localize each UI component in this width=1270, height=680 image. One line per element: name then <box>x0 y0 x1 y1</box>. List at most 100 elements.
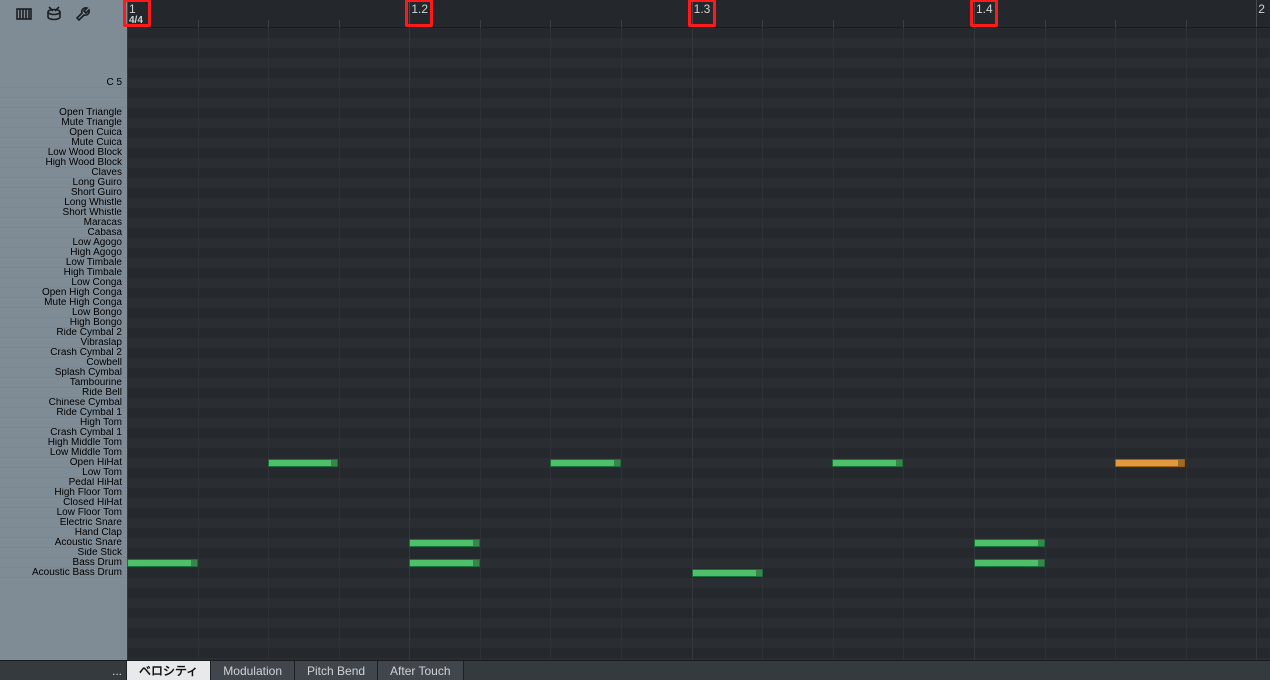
grid-row <box>127 468 1270 478</box>
drum-icon[interactable] <box>44 4 64 24</box>
grid-row <box>127 308 1270 318</box>
lane-label[interactable]: Low Conga <box>0 278 127 288</box>
grid-subline <box>268 28 269 660</box>
lane-label[interactable]: Mute Cuica <box>0 138 127 148</box>
lane-label[interactable]: Short Whistle <box>0 208 127 218</box>
lane-label[interactable]: Long Guiro <box>0 178 127 188</box>
lane-label[interactable]: High Timbale <box>0 268 127 278</box>
lane-label[interactable]: Low Floor Tom <box>0 508 127 518</box>
lane-label[interactable]: High Wood Block <box>0 158 127 168</box>
grid-row <box>127 118 1270 128</box>
ruler-subtick <box>480 20 481 28</box>
lane-label[interactable]: Tambourine <box>0 378 127 388</box>
lane-label[interactable]: Low Bongo <box>0 308 127 318</box>
lane-label[interactable]: High Tom <box>0 418 127 428</box>
lane-label[interactable]: Open Triangle <box>0 108 127 118</box>
tabs-ellipsis[interactable]: ... <box>112 664 122 678</box>
grid-row <box>127 528 1270 538</box>
midi-note[interactable] <box>409 559 480 567</box>
lane-label[interactable]: Acoustic Bass Drum <box>0 568 127 578</box>
midi-note[interactable] <box>127 559 198 567</box>
grid-subline <box>1186 28 1187 660</box>
grid-subline <box>550 28 551 660</box>
midi-note[interactable] <box>692 569 763 577</box>
lane-label[interactable] <box>0 98 127 108</box>
lane-label[interactable]: Pedal HiHat <box>0 478 127 488</box>
grid-row <box>127 358 1270 368</box>
lane-label[interactable]: High Bongo <box>0 318 127 328</box>
grid-row <box>127 28 1270 38</box>
lane-label[interactable]: Closed HiHat <box>0 498 127 508</box>
lane-label[interactable]: Acoustic Snare <box>0 538 127 548</box>
grid-row <box>127 268 1270 278</box>
grid-row <box>127 328 1270 338</box>
lane-label[interactable]: Mute Triangle <box>0 118 127 128</box>
lane-label[interactable]: Chinese Cymbal <box>0 398 127 408</box>
lane-label[interactable]: Cabasa <box>0 228 127 238</box>
lane-label[interactable]: Open HiHat <box>0 458 127 468</box>
midi-note[interactable] <box>974 559 1045 567</box>
lane-label[interactable]: Splash Cymbal <box>0 368 127 378</box>
lane-label[interactable]: C 5 <box>0 78 127 88</box>
lane-label[interactable]: Low Middle Tom <box>0 448 127 458</box>
grid-subline <box>339 28 340 660</box>
lane-label[interactable]: Open High Conga <box>0 288 127 298</box>
lane-list: C 5Open TriangleMute TriangleOpen CuicaM… <box>0 78 127 578</box>
lane-label[interactable]: Hand Clap <box>0 528 127 538</box>
lane-label[interactable]: Claves <box>0 168 127 178</box>
toolbar <box>0 0 127 28</box>
ruler-subtick <box>1115 20 1116 28</box>
lane-label[interactable]: Crash Cymbal 2 <box>0 348 127 358</box>
lane-label[interactable]: Low Timbale <box>0 258 127 268</box>
bottom-tab[interactable]: Modulation <box>211 661 295 680</box>
grid-row <box>127 388 1270 398</box>
ruler-subtick <box>762 20 763 28</box>
lane-label[interactable]: Ride Bell <box>0 388 127 398</box>
grid-row <box>127 208 1270 218</box>
lane-label[interactable]: Long Whistle <box>0 198 127 208</box>
lane-label[interactable]: Cowbell <box>0 358 127 368</box>
midi-note[interactable] <box>550 459 621 467</box>
midi-note[interactable] <box>1115 459 1186 467</box>
ruler-label: 1.2 <box>411 2 428 16</box>
lane-label[interactable]: High Middle Tom <box>0 438 127 448</box>
midi-note[interactable] <box>268 459 339 467</box>
grid-row <box>127 148 1270 158</box>
grid-row <box>127 608 1270 618</box>
midi-note[interactable] <box>974 539 1045 547</box>
lane-label[interactable]: Side Stick <box>0 548 127 558</box>
piano-icon[interactable] <box>14 4 34 24</box>
lane-label[interactable]: Low Agogo <box>0 238 127 248</box>
lane-label[interactable]: Crash Cymbal 1 <box>0 428 127 438</box>
ruler-subtick <box>1045 20 1046 28</box>
lane-label[interactable]: Short Guiro <box>0 188 127 198</box>
ruler-tick <box>409 0 410 27</box>
timeline-ruler[interactable]: 4/4 11.21.31.42 <box>127 0 1270 28</box>
lane-label[interactable] <box>0 88 127 98</box>
lane-label[interactable]: Open Cuica <box>0 128 127 138</box>
bottom-tab[interactable]: Pitch Bend <box>295 661 378 680</box>
lane-label[interactable]: High Floor Tom <box>0 488 127 498</box>
lane-label[interactable]: Bass Drum <box>0 558 127 568</box>
lane-label[interactable]: Low Wood Block <box>0 148 127 158</box>
lane-label[interactable]: Low Tom <box>0 468 127 478</box>
grid-row <box>127 438 1270 448</box>
bottom-tab[interactable]: After Touch <box>378 661 463 680</box>
bottom-tab[interactable]: ベロシティ <box>127 661 211 680</box>
lane-label[interactable]: Maracas <box>0 218 127 228</box>
midi-note[interactable] <box>832 459 903 467</box>
grid-row <box>127 558 1270 568</box>
grid-row <box>127 138 1270 148</box>
lane-label[interactable]: Ride Cymbal 2 <box>0 328 127 338</box>
midi-note[interactable] <box>409 539 480 547</box>
wrench-icon[interactable] <box>74 4 94 24</box>
lane-label[interactable]: Mute High Conga <box>0 298 127 308</box>
lane-label[interactable]: High Agogo <box>0 248 127 258</box>
note-grid[interactable] <box>127 28 1270 660</box>
lane-label[interactable]: Vibraslap <box>0 338 127 348</box>
ruler-subtick <box>268 20 269 28</box>
lane-label[interactable]: Electric Snare <box>0 518 127 528</box>
grid-row <box>127 68 1270 78</box>
lane-label[interactable]: Ride Cymbal 1 <box>0 408 127 418</box>
grid-row <box>127 418 1270 428</box>
